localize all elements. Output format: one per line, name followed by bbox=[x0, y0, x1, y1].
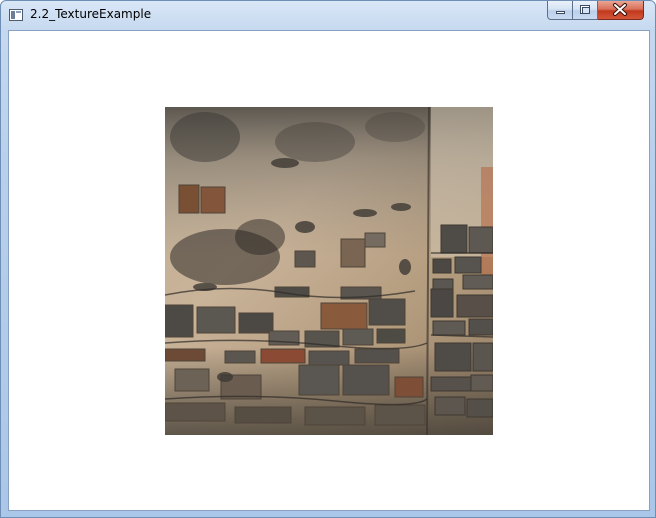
title-bar[interactable]: 2.2_TextureExample bbox=[1, 1, 655, 30]
close-button[interactable] bbox=[598, 1, 644, 20]
app-window: 2.2_TextureExample bbox=[0, 0, 656, 518]
brick-wall-texture bbox=[165, 107, 493, 435]
minimize-button[interactable] bbox=[547, 1, 573, 20]
app-window-icon[interactable] bbox=[9, 9, 23, 21]
minimize-icon bbox=[556, 11, 565, 14]
window-title: 2.2_TextureExample bbox=[30, 7, 152, 21]
maximize-button[interactable] bbox=[573, 1, 598, 20]
maximize-icon bbox=[580, 5, 590, 14]
caption-buttons bbox=[547, 1, 644, 20]
close-icon bbox=[613, 3, 627, 16]
render-canvas[interactable] bbox=[8, 30, 650, 511]
